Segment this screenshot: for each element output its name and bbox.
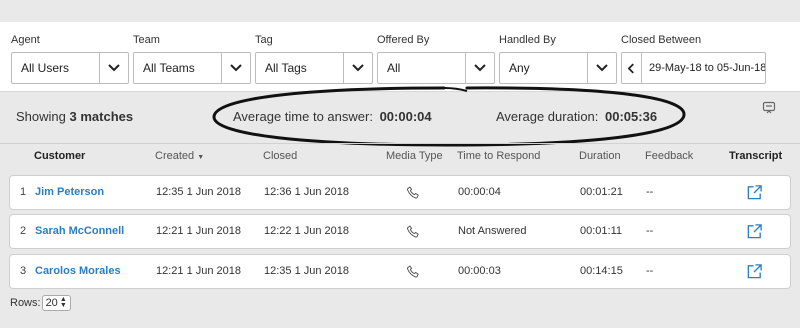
- handled-by-select[interactable]: Any: [499, 52, 617, 84]
- duration-cell: 00:14:15: [580, 265, 623, 277]
- header-customer[interactable]: Customer: [34, 150, 85, 162]
- header-transcript: Transcript: [729, 150, 783, 162]
- external-link-icon[interactable]: [746, 184, 763, 201]
- chevron-down-icon[interactable]: [465, 53, 494, 83]
- tag-select[interactable]: All Tags: [255, 52, 373, 84]
- time-to-respond-cell: 00:00:03: [458, 265, 501, 277]
- closed-between-filter-label: Closed Between: [621, 34, 702, 46]
- annotation-ellipse: [212, 86, 686, 147]
- showing-count: 3 matches: [69, 109, 134, 124]
- offered-by-select-value: All: [387, 61, 401, 75]
- time-to-respond-cell: 00:00:04: [458, 186, 501, 198]
- handled-by-filter: Handled By Any: [499, 33, 617, 84]
- chevron-down-icon[interactable]: [99, 53, 128, 83]
- table-row[interactable]: 2 Sarah McConnell 12:21 1 Jun 2018 12:22…: [9, 214, 791, 249]
- tag-select-value: All Tags: [265, 61, 307, 75]
- team-filter-label: Team: [133, 34, 160, 46]
- closed-cell: 12:35 1 Jun 2018: [264, 265, 350, 277]
- handled-by-filter-label: Handled By: [499, 34, 556, 46]
- row-index: 2: [20, 225, 27, 237]
- tag-filter: Tag All Tags: [255, 33, 373, 84]
- chevron-down-icon[interactable]: [343, 53, 372, 83]
- external-link-icon[interactable]: [746, 223, 763, 240]
- showing-prefix: Showing: [16, 109, 66, 124]
- agent-select-value: All Users: [21, 61, 70, 75]
- header-closed[interactable]: Closed: [263, 150, 297, 162]
- top-strip: [0, 0, 800, 22]
- date-range-picker[interactable]: 29-May-18 to 05-Jun-18: [621, 52, 766, 84]
- chevron-left-icon[interactable]: [622, 53, 642, 83]
- chevron-down-icon[interactable]: [221, 53, 250, 83]
- phone-icon: [407, 225, 419, 238]
- agent-filter-label: Agent: [11, 34, 40, 46]
- export-icon[interactable]: [762, 101, 776, 115]
- feedback-cell: --: [646, 225, 654, 237]
- feedback-cell: --: [646, 265, 654, 277]
- handled-by-select-value: Any: [509, 61, 530, 75]
- time-to-respond-cell: Not Answered: [458, 225, 527, 237]
- customer-link[interactable]: Carolos Morales: [35, 265, 121, 277]
- rows-select[interactable]: 20 ▲ ▼: [41, 295, 71, 311]
- feedback-cell: --: [646, 186, 654, 198]
- closed-between-filter: Closed Between 29-May-18 to 05-Jun-18: [621, 33, 766, 84]
- team-select-value: All Teams: [143, 61, 195, 75]
- created-cell: 12:21 1 Jun 2018: [156, 225, 242, 237]
- header-duration[interactable]: Duration: [579, 150, 621, 162]
- tag-filter-label: Tag: [255, 34, 273, 46]
- results-count: Showing 3 matches: [16, 109, 133, 124]
- phone-icon: [407, 265, 419, 278]
- agent-filter: Agent All Users: [11, 33, 129, 84]
- stepper-arrows-icon: ▲ ▼: [59, 296, 67, 309]
- header-feedback[interactable]: Feedback: [645, 150, 693, 162]
- team-filter: Team All Teams: [133, 33, 251, 84]
- external-link-icon[interactable]: [746, 263, 763, 280]
- duration-cell: 00:01:21: [580, 186, 623, 198]
- header-time-to-respond[interactable]: Time to Respond: [457, 150, 540, 162]
- closed-cell: 12:22 1 Jun 2018: [264, 225, 350, 237]
- filter-bar: Agent All Users Team All Teams Tag All T…: [0, 22, 800, 92]
- created-cell: 12:35 1 Jun 2018: [156, 186, 242, 198]
- team-select[interactable]: All Teams: [133, 52, 251, 84]
- table-row[interactable]: 3 Carolos Morales 12:21 1 Jun 2018 12:35…: [9, 254, 791, 289]
- closed-cell: 12:36 1 Jun 2018: [264, 186, 350, 198]
- created-cell: 12:21 1 Jun 2018: [156, 265, 242, 277]
- duration-cell: 00:01:11: [580, 225, 623, 237]
- rows-per-page: Rows: 20 ▲ ▼: [10, 295, 71, 311]
- date-range-value: 29-May-18 to 05-Jun-18: [649, 62, 765, 74]
- customer-link[interactable]: Sarah McConnell: [35, 225, 124, 237]
- table-header: Customer Created ▼ Closed Media Type Tim…: [0, 143, 800, 167]
- header-media-type[interactable]: Media Type: [386, 150, 443, 162]
- offered-by-select[interactable]: All: [377, 52, 495, 84]
- header-created[interactable]: Created ▼: [155, 150, 204, 162]
- row-index: 1: [20, 186, 27, 198]
- customer-link[interactable]: Jim Peterson: [35, 186, 104, 198]
- rows-label: Rows:: [10, 297, 41, 309]
- sort-down-icon: ▼: [197, 154, 205, 161]
- agent-select[interactable]: All Users: [11, 52, 129, 84]
- header-created-label: Created: [155, 150, 195, 162]
- chevron-down-icon[interactable]: [587, 53, 616, 83]
- table-row[interactable]: 1 Jim Peterson 12:35 1 Jun 2018 12:36 1 …: [9, 175, 791, 210]
- offered-by-filter-label: Offered By: [377, 34, 430, 46]
- row-index: 3: [20, 265, 27, 277]
- rows-select-value: 20: [45, 297, 58, 309]
- offered-by-filter: Offered By All: [377, 33, 495, 84]
- phone-icon: [407, 186, 419, 199]
